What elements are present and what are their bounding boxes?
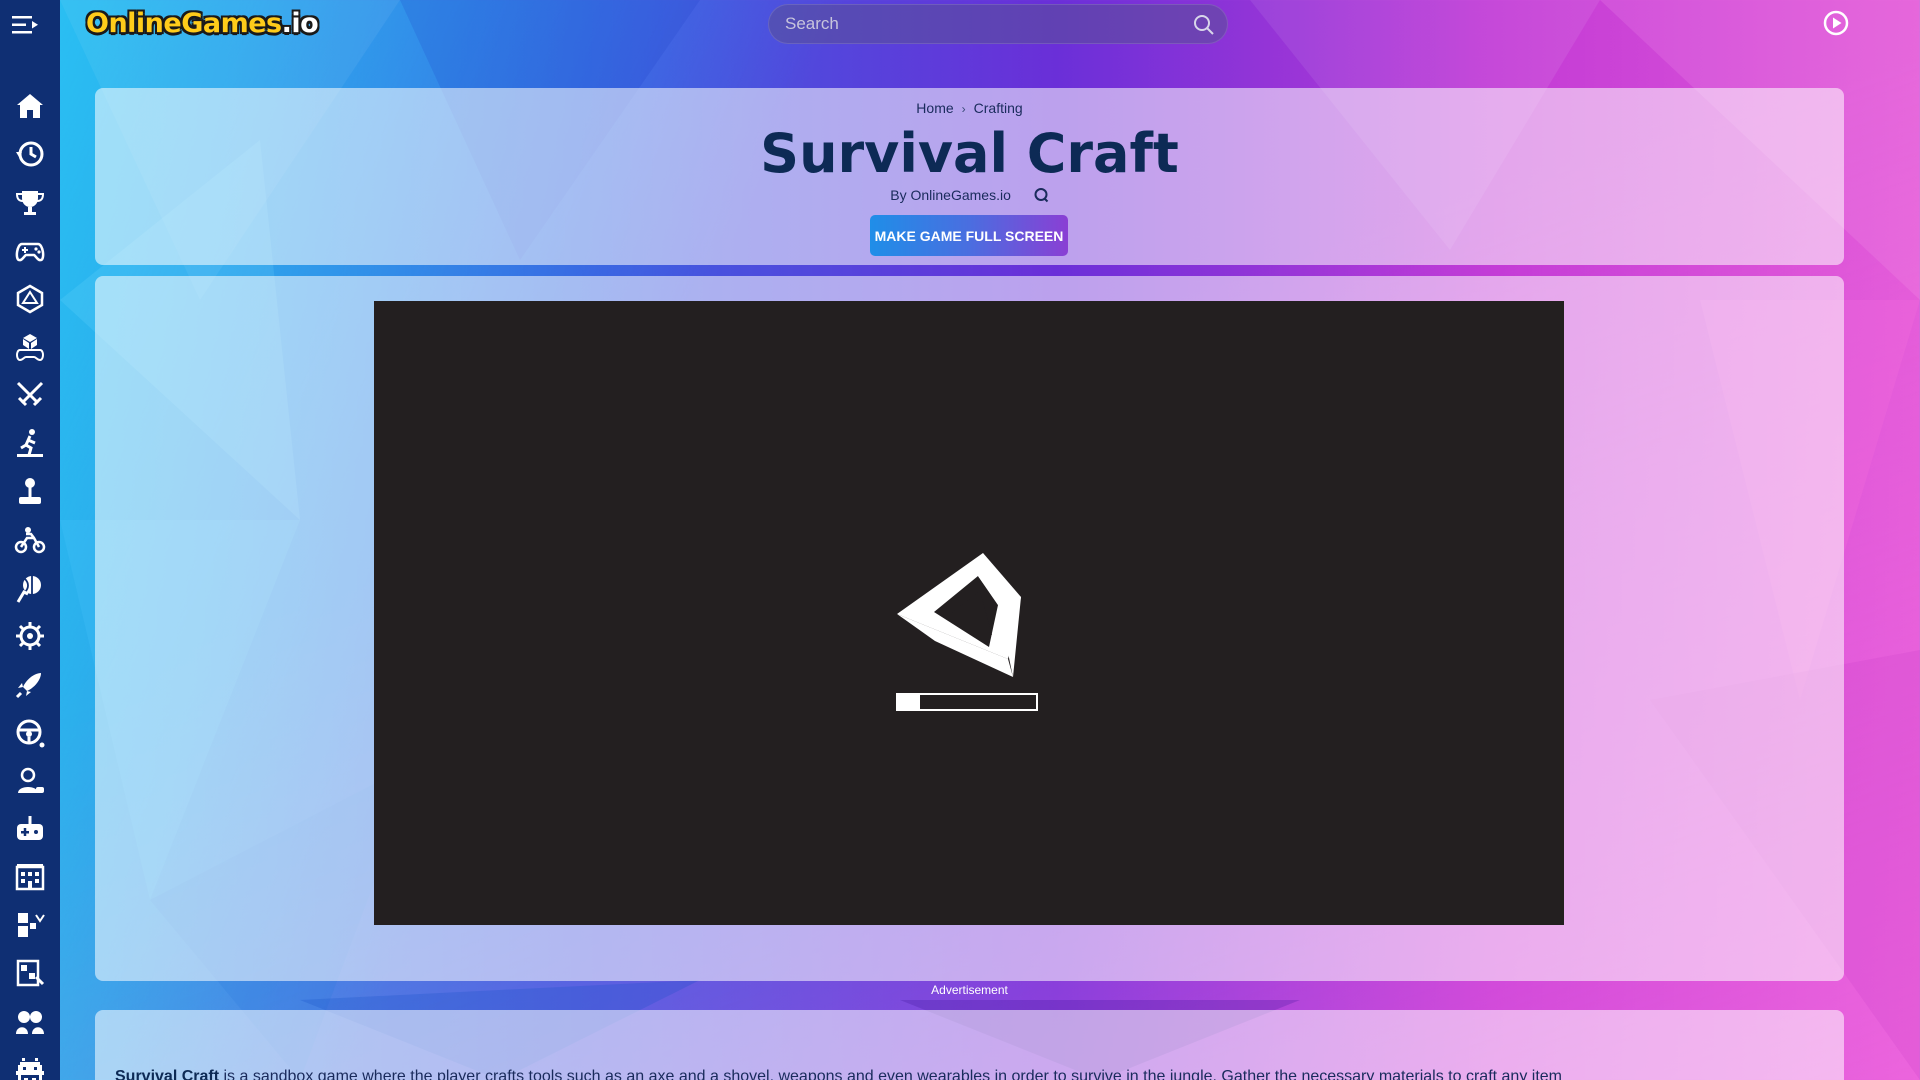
controller-plus-icon[interactable] [0, 805, 60, 853]
joystick-icon[interactable] [0, 468, 60, 516]
crossed-swords-icon[interactable] [0, 371, 60, 419]
unity-logo-icon [897, 553, 1021, 677]
breadcrumb-separator: › [961, 102, 966, 116]
game-panel [95, 276, 1844, 981]
game-header-panel: Home › Crafting Survival Craft By OnlineGa… [95, 88, 1844, 265]
gamepad-icon[interactable] [0, 227, 60, 275]
two-players-icon[interactable] [0, 998, 60, 1046]
character-icon[interactable] [0, 757, 60, 805]
rocket-icon[interactable] [0, 660, 60, 708]
logo-tld-text: .io [281, 8, 319, 39]
game-description: Survival Craft is a sandbox game where t… [115, 1068, 1815, 1080]
basketball-hand-icon[interactable] [0, 564, 60, 612]
search-bar [768, 4, 1228, 44]
fullscreen-button[interactable]: MAKE GAME FULL SCREEN [870, 215, 1068, 256]
byline-text: By OnlineGames.io [890, 187, 1011, 203]
breadcrumb-category-link[interactable]: Crafting [974, 100, 1023, 116]
puzzle-icon[interactable] [0, 949, 60, 997]
space-invader-icon[interactable] [0, 1046, 60, 1080]
breadcrumb-home-link[interactable]: Home [916, 100, 953, 116]
motorbike-icon[interactable] [0, 516, 60, 564]
game-frame[interactable] [374, 301, 1564, 925]
logo-main-text: OnlineGames [86, 8, 282, 39]
blocks-icon[interactable] [0, 901, 60, 949]
loading-progress-bar [896, 693, 1038, 711]
cube-controller-icon[interactable] [0, 323, 60, 371]
menu-toggle-icon[interactable] [12, 14, 38, 36]
description-game-name[interactable]: Survival Craft [115, 1068, 219, 1080]
page-title: Survival Craft [760, 122, 1179, 185]
home-icon[interactable] [0, 82, 60, 130]
category-list [0, 82, 60, 1080]
chat-icon[interactable] [1033, 187, 1049, 203]
sidebar [0, 0, 60, 1080]
site-logo[interactable]: OnlineGames.io [86, 6, 319, 42]
history-icon[interactable] [0, 130, 60, 178]
advertisement-label: Advertisement [931, 983, 1008, 997]
top-bar: OnlineGames.io [60, 0, 1920, 46]
search-icon[interactable] [1193, 14, 1215, 36]
search-input[interactable] [785, 5, 1165, 43]
breadcrumb: Home › Crafting [95, 100, 1844, 116]
byline: By OnlineGames.io [95, 187, 1844, 203]
play-circle-icon[interactable] [1822, 9, 1850, 37]
description-body: is a sandbox game where the player craft… [219, 1068, 1562, 1080]
description-panel: Survival Craft is a sandbox game where t… [95, 1010, 1844, 1080]
steering-wheel-icon[interactable] [0, 708, 60, 756]
loading-progress-fill [898, 695, 921, 709]
trophy-icon[interactable] [0, 178, 60, 226]
gear-icon[interactable] [0, 612, 60, 660]
d20-dice-icon[interactable] [0, 275, 60, 323]
runner-icon[interactable] [0, 419, 60, 467]
building-icon[interactable] [0, 853, 60, 901]
